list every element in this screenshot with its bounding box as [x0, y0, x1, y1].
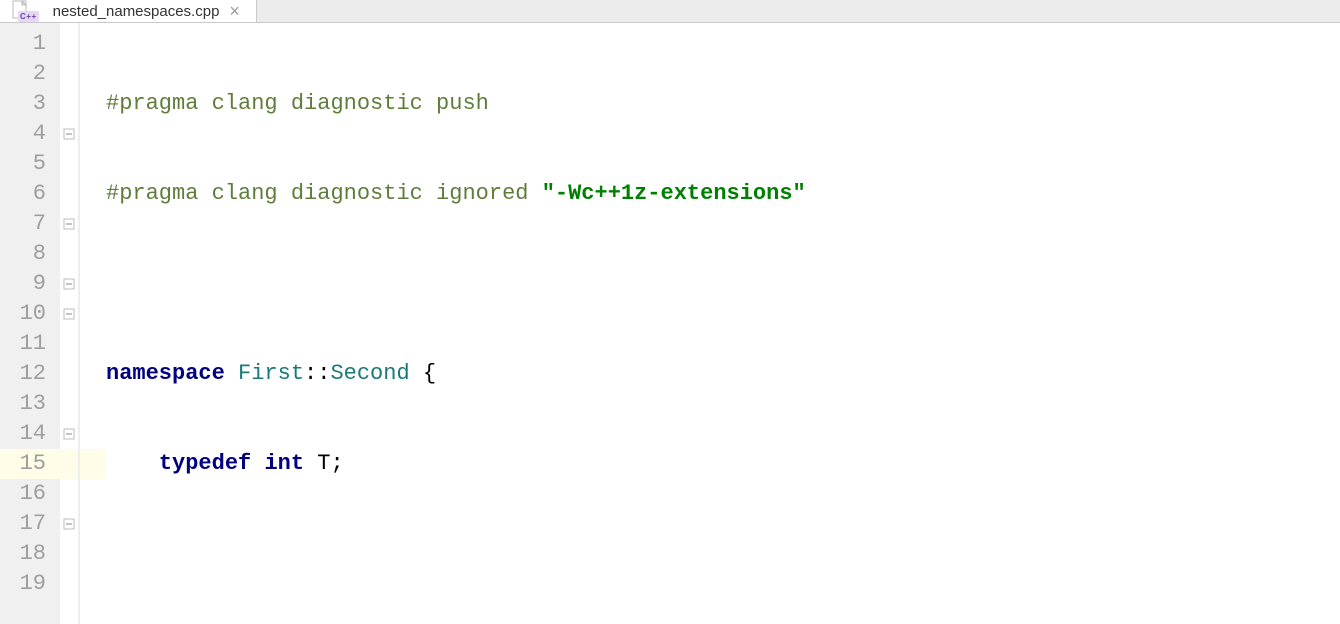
line-number: 11 — [0, 329, 60, 359]
fold-column — [60, 23, 78, 624]
cpp-badge: C++ — [18, 11, 39, 22]
line-number: 7 — [0, 209, 60, 239]
line-number: 19 — [0, 569, 60, 599]
fold-end-icon[interactable] — [63, 278, 75, 290]
fold-end-icon[interactable] — [63, 518, 75, 530]
fold-toggle-icon[interactable] — [63, 128, 75, 140]
code-line[interactable]: #pragma clang diagnostic ignored "-Wc++1… — [106, 179, 1340, 209]
code-line[interactable] — [106, 539, 1340, 569]
line-number: 12 — [0, 359, 60, 389]
line-number-gutter: 1 2 3 4 5 6 7 8 9 10 11 12 13 14 15 16 1… — [0, 23, 60, 624]
code-line[interactable]: typedef int T; — [106, 449, 1340, 479]
line-number: 2 — [0, 59, 60, 89]
tab-filename: nested_namespaces.cpp — [53, 3, 220, 20]
line-number: 9 — [0, 269, 60, 299]
tab-bar: C++ nested_namespaces.cpp × — [0, 0, 1340, 23]
line-number: 6 — [0, 179, 60, 209]
fold-toggle-icon[interactable] — [63, 218, 75, 230]
line-number: 15 — [0, 449, 60, 479]
fold-end-icon[interactable] — [63, 308, 75, 320]
code-area[interactable]: #pragma clang diagnostic push #pragma cl… — [106, 23, 1340, 624]
line-number: 4 — [0, 119, 60, 149]
line-number: 13 — [0, 389, 60, 419]
fold-toggle-icon[interactable] — [63, 428, 75, 440]
code-editor[interactable]: 1 2 3 4 5 6 7 8 9 10 11 12 13 14 15 16 1… — [0, 23, 1340, 624]
margin-line — [78, 23, 106, 624]
line-number: 5 — [0, 149, 60, 179]
line-number: 18 — [0, 539, 60, 569]
line-number: 1 — [0, 29, 60, 59]
code-line[interactable] — [106, 269, 1340, 299]
line-number: 17 — [0, 509, 60, 539]
line-number: 3 — [0, 89, 60, 119]
close-icon[interactable]: × — [227, 2, 242, 20]
line-number: 16 — [0, 479, 60, 509]
code-line[interactable]: namespace First::Second { — [106, 359, 1340, 389]
line-number: 8 — [0, 239, 60, 269]
code-line[interactable]: #pragma clang diagnostic push — [106, 89, 1340, 119]
editor-window: C++ nested_namespaces.cpp × 1 2 3 4 5 6 … — [0, 0, 1340, 624]
file-tab[interactable]: C++ nested_namespaces.cpp × — [0, 0, 257, 22]
line-number: 10 — [0, 299, 60, 329]
line-number: 14 — [0, 419, 60, 449]
